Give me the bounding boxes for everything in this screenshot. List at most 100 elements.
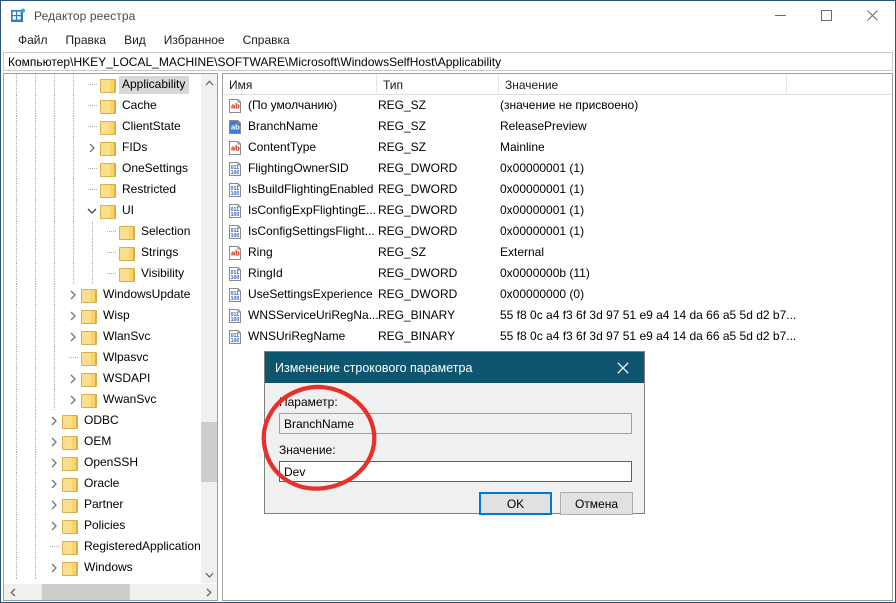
tree-item-windows[interactable]: Windows bbox=[4, 557, 200, 578]
chevron-right-icon[interactable] bbox=[65, 287, 81, 303]
value-data: Mainline bbox=[500, 140, 545, 154]
registry-value-row[interactable]: 011 100 RingId REG_DWORD 0x0000000b (11) bbox=[223, 263, 892, 284]
value-type: REG_BINARY bbox=[378, 308, 456, 322]
menu-help[interactable]: Справка bbox=[234, 31, 299, 50]
registry-value-row[interactable]: ab (По умолчанию) REG_SZ (значение не присв… bbox=[223, 95, 892, 116]
chevron-right-icon[interactable] bbox=[65, 308, 81, 324]
ok-button[interactable]: OK bbox=[479, 492, 552, 515]
chevron-right-icon[interactable] bbox=[65, 329, 81, 345]
tree-item-label: FIDs bbox=[122, 139, 148, 154]
chevron-right-icon[interactable] bbox=[46, 497, 62, 513]
chevron-right-icon[interactable] bbox=[84, 140, 100, 156]
tree-horizontal-scroll-thumb[interactable] bbox=[42, 584, 130, 600]
tree-item-visibility[interactable]: Visibility bbox=[4, 263, 200, 284]
registry-value-row[interactable]: ab Ring REG_SZ External bbox=[223, 242, 892, 263]
parameter-value-input[interactable]: Dev bbox=[279, 461, 632, 482]
registry-value-row[interactable]: 011 100 IsConfigSettingsFlight... REG_DWORD… bbox=[223, 221, 892, 242]
tree-horizontal-scrollbar[interactable] bbox=[4, 583, 217, 600]
tree-item-windowsupdate[interactable]: WindowsUpdate bbox=[4, 284, 200, 305]
tree-item-fids[interactable]: FIDs bbox=[4, 137, 200, 158]
chevron-right-icon[interactable] bbox=[65, 371, 81, 387]
cancel-button[interactable]: Отмена bbox=[560, 492, 633, 515]
registry-value-row[interactable]: 011 100 IsConfigExpFlightingE... REG_DWORD 0… bbox=[223, 200, 892, 221]
tree-indent-guide bbox=[73, 74, 74, 95]
menu-file[interactable]: Файл bbox=[9, 31, 57, 50]
tree-item-wlansvc[interactable]: WlanSvc bbox=[4, 326, 200, 347]
tree-item-oem[interactable]: OEM bbox=[4, 431, 200, 452]
tree-item-strings[interactable]: Strings bbox=[4, 242, 200, 263]
address-bar[interactable]: Компьютер\HKEY_LOCAL_MACHINE\SOFTWARE\Mi… bbox=[3, 52, 893, 71]
menu-edit[interactable]: Правка bbox=[57, 31, 116, 50]
registry-value-row[interactable]: 011 100 UseSettingsExperience REG_DWORD 0x00… bbox=[223, 284, 892, 305]
folder-icon bbox=[62, 561, 78, 576]
tree-indent-guide bbox=[16, 284, 17, 305]
tree-vertical-scrollbar[interactable] bbox=[200, 74, 217, 600]
parameter-name-input[interactable]: BranchName bbox=[279, 413, 632, 434]
tree-indent-guide bbox=[92, 221, 93, 242]
tree-indent-guide bbox=[16, 431, 17, 452]
tree-item-label: WSDAPI bbox=[103, 370, 151, 385]
tree-item-wsdapi[interactable]: WSDAPI bbox=[4, 368, 200, 389]
tree-item-restricted[interactable]: Restricted bbox=[4, 179, 200, 200]
registry-value-row[interactable]: 011 100 FlightingOwnerSID REG_DWORD 0x000000… bbox=[223, 158, 892, 179]
chevron-right-icon[interactable] bbox=[46, 413, 62, 429]
registry-value-row[interactable]: ab ContentType REG_SZ Mainline bbox=[223, 137, 892, 158]
tree-vertical-scroll-thumb[interactable] bbox=[201, 422, 217, 482]
tree-indent-guide bbox=[16, 95, 17, 116]
tree-item-ui[interactable]: UI bbox=[4, 200, 200, 221]
tree-item-wow6432node[interactable]: Wow6432Node bbox=[4, 578, 200, 580]
tree-scroll-up-arrow[interactable] bbox=[201, 74, 217, 91]
chevron-right-icon[interactable] bbox=[65, 392, 81, 408]
tree-indent-guide bbox=[35, 410, 36, 431]
menu-favorites[interactable]: Избранное bbox=[155, 31, 234, 50]
tree-item-wisp[interactable]: Wisp bbox=[4, 305, 200, 326]
registry-value-row[interactable]: 011 100 WNSUriRegName REG_BINARY 55 f8 0c a4… bbox=[223, 326, 892, 347]
chevron-right-icon[interactable] bbox=[46, 560, 62, 576]
column-name[interactable]: Имя bbox=[223, 74, 377, 95]
close-button[interactable] bbox=[849, 1, 895, 30]
tree-item-clientstate[interactable]: ClientState bbox=[4, 116, 200, 137]
tree-scroll-left-arrow[interactable] bbox=[4, 584, 21, 600]
tree-indent-guide bbox=[16, 347, 17, 368]
tree-item-applicability[interactable]: Applicability bbox=[4, 74, 200, 95]
minimize-button[interactable] bbox=[757, 1, 803, 30]
chevron-down-icon[interactable] bbox=[84, 203, 100, 219]
registry-value-row[interactable]: ab BranchName REG_SZ ReleasePreview bbox=[223, 116, 892, 137]
maximize-button[interactable] bbox=[803, 1, 849, 30]
tree-item-cache[interactable]: Cache bbox=[4, 95, 200, 116]
registry-value-row[interactable]: 011 100 WNSServiceUriRegNa... REG_BINARY 55 … bbox=[223, 305, 892, 326]
tree-item-onesettings[interactable]: OneSettings bbox=[4, 158, 200, 179]
registry-value-row[interactable]: 011 100 IsBuildFlightingEnabled REG_DWORD 0x… bbox=[223, 179, 892, 200]
registry-values-pane[interactable]: Имя Тип Значение ab (По умолчанию) REG_SZ (зн… bbox=[222, 73, 893, 601]
tree-item-registeredapplications[interactable]: RegisteredApplications bbox=[4, 536, 200, 557]
chevron-right-icon[interactable] bbox=[46, 434, 62, 450]
tree-item-wlpasvc[interactable]: Wlpasvc bbox=[4, 347, 200, 368]
column-value[interactable]: Значение bbox=[499, 74, 787, 95]
chevron-right-icon[interactable] bbox=[46, 476, 62, 492]
tree-item-selection[interactable]: Selection bbox=[4, 221, 200, 242]
tree-item-wwansvc[interactable]: WwanSvc bbox=[4, 389, 200, 410]
tree-indent-guide bbox=[88, 84, 98, 85]
folder-icon bbox=[81, 351, 97, 366]
registry-tree-pane[interactable]: Applicability Cache ClientState FIDs OneSett… bbox=[3, 73, 218, 601]
tree-indent-guide bbox=[35, 95, 36, 116]
tree-item-odbc[interactable]: ODBC bbox=[4, 410, 200, 431]
tree-indent-guide bbox=[16, 410, 17, 431]
tree-item-policies[interactable]: Policies bbox=[4, 515, 200, 536]
chevron-right-icon[interactable] bbox=[46, 518, 62, 534]
value-type: REG_DWORD bbox=[378, 224, 458, 238]
svg-text:100: 100 bbox=[231, 338, 240, 344]
tree-item-label: OpenSSH bbox=[84, 454, 139, 469]
tree-item-partner[interactable]: Partner bbox=[4, 494, 200, 515]
tree-scroll-right-arrow[interactable] bbox=[200, 584, 217, 600]
tree-item-oracle[interactable]: Oracle bbox=[4, 473, 200, 494]
tree-scroll-down-arrow[interactable] bbox=[201, 566, 217, 583]
column-type[interactable]: Тип bbox=[377, 74, 499, 95]
chevron-right-icon[interactable] bbox=[46, 455, 62, 471]
tree-item-label: Restricted bbox=[122, 181, 177, 196]
svg-text:100: 100 bbox=[231, 296, 240, 302]
dialog-close-button[interactable] bbox=[602, 352, 644, 383]
tree-item-openssh[interactable]: OpenSSH bbox=[4, 452, 200, 473]
menu-view[interactable]: Вид bbox=[115, 31, 155, 50]
tree-indent-guide bbox=[73, 158, 74, 179]
